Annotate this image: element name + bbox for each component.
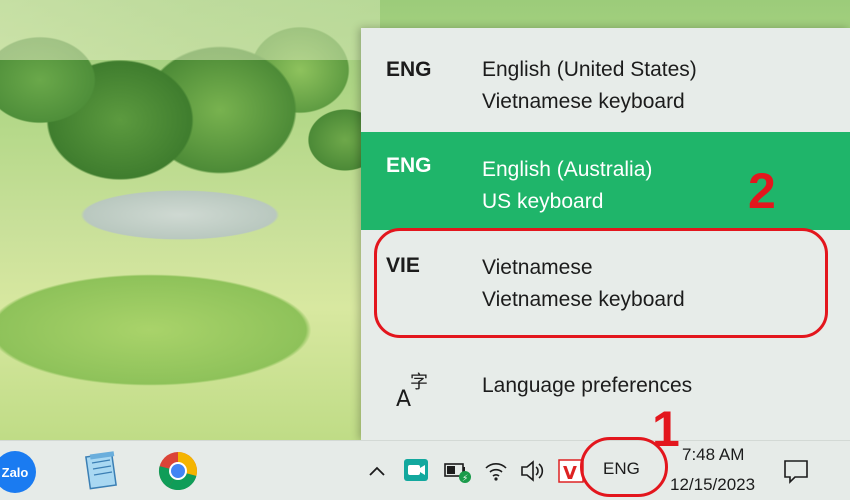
zalo-icon[interactable]: Zalo bbox=[0, 451, 36, 493]
keyboard-name: US keyboard bbox=[482, 190, 604, 213]
notepad-icon[interactable] bbox=[80, 449, 124, 493]
svg-text:A: A bbox=[396, 387, 411, 410]
language-preferences-link[interactable]: A 字 Language preferences bbox=[361, 348, 850, 428]
clock-time[interactable]: 7:48 AM bbox=[682, 445, 744, 465]
step-number-2: 2 bbox=[748, 163, 776, 219]
chrome-icon[interactable] bbox=[156, 449, 200, 493]
language-name: English (United States) bbox=[482, 58, 697, 81]
language-code: ENG bbox=[386, 154, 432, 177]
wifi-icon[interactable] bbox=[483, 455, 509, 487]
highlight-ring-vietnamese bbox=[374, 228, 828, 338]
keyboard-name: Vietnamese keyboard bbox=[482, 90, 685, 113]
step-number-1: 1 bbox=[652, 401, 680, 457]
taskbar: Zalo ⚡ V ENG 7:48 AM 12/15/2023 bbox=[0, 440, 850, 500]
notification-icon[interactable] bbox=[780, 455, 812, 487]
language-preferences-icon: A 字 bbox=[396, 372, 428, 410]
svg-text:字: 字 bbox=[410, 372, 428, 393]
desktop-screen: ENG English (United States) Vietnamese k… bbox=[0, 0, 850, 500]
language-item-english-us[interactable]: ENG English (United States) Vietnamese k… bbox=[361, 28, 850, 126]
battery-icon[interactable]: ⚡ bbox=[443, 455, 473, 487]
language-code: ENG bbox=[386, 58, 432, 81]
language-preferences-label: Language preferences bbox=[482, 374, 693, 397]
zalo-label: Zalo bbox=[1, 464, 29, 480]
language-item-english-australia[interactable]: ENG English (Australia) US keyboard bbox=[361, 132, 850, 230]
language-name: English (Australia) bbox=[482, 158, 653, 181]
clock-date[interactable]: 12/15/2023 bbox=[670, 475, 755, 495]
wallpaper-sky bbox=[0, 0, 380, 60]
chevron-up-icon[interactable] bbox=[366, 455, 388, 487]
unikey-letter: V bbox=[563, 463, 577, 484]
svg-text:⚡: ⚡ bbox=[462, 474, 468, 484]
volume-icon[interactable] bbox=[519, 455, 547, 487]
meet-now-icon[interactable] bbox=[403, 455, 429, 487]
